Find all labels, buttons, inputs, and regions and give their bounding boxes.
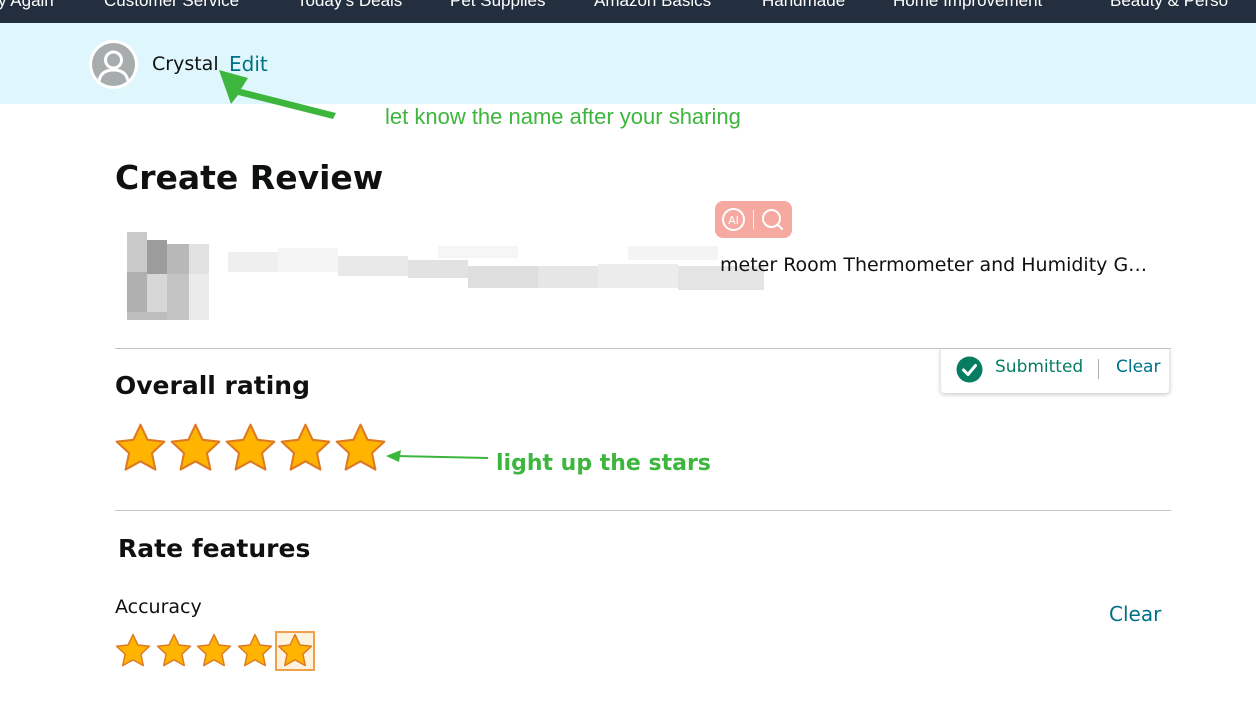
nav-item-home-improvement[interactable]: Home Improvement — [893, 0, 1042, 11]
clear-accuracy-rating-link[interactable]: Clear — [1109, 602, 1161, 626]
accuracy-star-1-icon[interactable] — [114, 632, 152, 670]
ai-icon[interactable]: AI — [721, 207, 746, 232]
blurred-product-title — [228, 246, 768, 290]
nav-item-buy-again[interactable]: y Again — [0, 0, 54, 11]
nav-item-handmade[interactable]: Handmade — [762, 0, 845, 11]
stars-annotation-arrowhead-icon — [386, 450, 401, 462]
clear-overall-rating-link[interactable]: Clear — [1116, 357, 1160, 377]
product-title: meter Room Thermometer and Humidity G… — [720, 254, 1148, 276]
overall-rating-heading: Overall rating — [115, 371, 310, 400]
nav-item-pet-supplies[interactable]: Pet Supplies — [450, 0, 545, 11]
nav-item-todays-deals[interactable]: Today's Deals — [297, 0, 402, 11]
accuracy-star-4-icon[interactable] — [236, 632, 274, 670]
profile-name: Crystal — [152, 53, 219, 75]
submitted-status-text: Submitted — [995, 357, 1084, 377]
divider-bar — [753, 210, 754, 229]
nav-item-beauty[interactable]: Beauty & Perso — [1110, 0, 1228, 11]
product-image — [127, 230, 212, 322]
overall-rating-star-1-icon[interactable] — [113, 421, 168, 476]
stars-annotation-arrow-line — [395, 455, 489, 459]
ai-search-widget[interactable]: AI — [715, 201, 792, 238]
overall-rating-star-3-icon[interactable] — [223, 421, 278, 476]
edit-profile-link[interactable]: Edit — [229, 52, 268, 76]
stars-annotation: light up the stars — [496, 451, 711, 476]
nav-item-amazon-basics[interactable]: Amazon Basics — [594, 0, 711, 11]
avatar — [89, 40, 138, 89]
svg-text:AI: AI — [728, 214, 739, 227]
search-icon[interactable] — [760, 207, 785, 232]
user-silhouette-icon — [92, 43, 135, 86]
accuracy-star-2-icon[interactable] — [155, 632, 193, 670]
nav-item-customer-service[interactable]: Customer Service — [104, 0, 239, 11]
overall-rating-star-4-icon[interactable] — [278, 421, 333, 476]
feature-label-accuracy: Accuracy — [115, 596, 202, 618]
top-navigation-bar: y Again Customer Service Today's Deals P… — [0, 0, 1256, 23]
badge-divider — [1098, 359, 1099, 379]
accuracy-star-3-icon[interactable] — [195, 632, 233, 670]
overall-rating-star-2-icon[interactable] — [168, 421, 223, 476]
accuracy-star-5-icon[interactable] — [275, 631, 315, 671]
page-title: Create Review — [115, 158, 384, 197]
name-annotation: let know the name after your sharing — [385, 104, 741, 129]
section-divider — [115, 510, 1171, 511]
overall-rating-star-5-icon[interactable] — [333, 421, 388, 476]
submitted-status-badge: Submitted Clear — [940, 349, 1170, 393]
check-circle-icon — [956, 356, 983, 383]
rate-features-heading: Rate features — [118, 534, 311, 563]
